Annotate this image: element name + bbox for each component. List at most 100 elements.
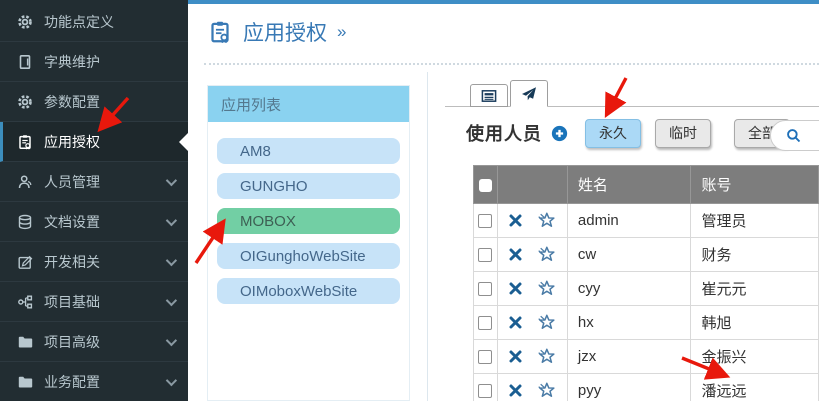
row-checkbox[interactable] xyxy=(478,248,492,262)
star-revoke-icon[interactable] xyxy=(537,381,556,400)
name-cell: pyy xyxy=(567,374,691,401)
name-cell: cyy xyxy=(567,272,691,306)
sitemap-icon xyxy=(17,294,33,310)
app-list-header: 应用列表 xyxy=(208,86,409,122)
clipboard-certificate-icon xyxy=(17,134,33,150)
sidebar-item-dictionary[interactable]: 字典维护 xyxy=(0,42,188,82)
sidebar-item-label: 开发相关 xyxy=(44,252,100,272)
app-item-gungho[interactable]: GUNGHO xyxy=(217,173,400,199)
sidebar-item-label: 功能点定义 xyxy=(44,12,114,32)
row-checkbox[interactable] xyxy=(478,282,492,296)
table-row: pyy 潘远远 xyxy=(474,374,819,401)
row-checkbox[interactable] xyxy=(478,214,492,228)
sidebar: 功能点定义 字典维护 参数配置 应用授权 人员管理 文档设置 开发相关 项目基础… xyxy=(0,0,188,401)
filter-permanent-button[interactable]: 永久 xyxy=(585,119,641,148)
table-row: admin 管理员 xyxy=(474,204,819,238)
table-row: hx 韩旭 xyxy=(474,306,819,340)
star-revoke-icon[interactable] xyxy=(537,211,556,230)
gear-icon xyxy=(17,94,33,110)
name-column-header: 姓名 xyxy=(567,166,691,204)
table-row: cw 财务 xyxy=(474,238,819,272)
list-lines-icon xyxy=(481,88,497,104)
sidebar-item-personnel[interactable]: 人员管理 xyxy=(0,162,188,202)
app-list-panel: 应用列表 AM8 GUNGHO MOBOX OIGunghoWebSite OI… xyxy=(207,85,410,401)
sidebar-item-document-settings[interactable]: 文档设置 xyxy=(0,202,188,242)
chevron-down-icon xyxy=(166,214,177,225)
database-icon xyxy=(17,214,33,230)
star-revoke-icon[interactable] xyxy=(537,313,556,332)
delete-x-icon[interactable] xyxy=(508,281,523,296)
app-list: AM8 GUNGHO MOBOX OIGunghoWebSite OIMobox… xyxy=(208,122,409,311)
name-cell: admin xyxy=(567,204,691,238)
delete-x-icon[interactable] xyxy=(508,383,523,398)
breadcrumb-chevron: » xyxy=(337,22,346,42)
sidebar-item-label: 人员管理 xyxy=(44,172,100,192)
name-cell: hx xyxy=(567,306,691,340)
select-all-cell xyxy=(474,166,498,204)
app-item-oigunghowebsite[interactable]: OIGunghoWebSite xyxy=(217,243,400,269)
search-input[interactable] xyxy=(770,120,819,151)
delete-x-icon[interactable] xyxy=(508,315,523,330)
select-all-checkbox[interactable] xyxy=(479,179,492,192)
app-item-mobox[interactable]: MOBOX xyxy=(217,208,400,234)
chevron-down-icon xyxy=(166,374,177,385)
chevron-down-icon xyxy=(166,254,177,265)
page-title: 应用授权 xyxy=(243,17,327,47)
clipboard-certificate-icon xyxy=(208,20,232,44)
users-toolbar: 使用人员 永久 临时 全部 xyxy=(466,114,819,152)
sidebar-item-project-basic[interactable]: 项目基础 xyxy=(0,282,188,322)
sidebar-item-label: 参数配置 xyxy=(44,92,100,112)
search-icon xyxy=(786,128,801,143)
name-cell: cw xyxy=(567,238,691,272)
sidebar-item-label: 应用授权 xyxy=(44,132,100,152)
active-item-caret xyxy=(179,133,188,151)
app-item-am8[interactable]: AM8 xyxy=(217,138,400,164)
sidebar-item-business-config[interactable]: 业务配置 xyxy=(0,362,188,401)
filter-temporary-button[interactable]: 临时 xyxy=(655,119,711,148)
header-divider xyxy=(204,63,819,65)
delete-x-icon[interactable] xyxy=(508,247,523,262)
page-header: 应用授权 » xyxy=(208,17,346,47)
delete-x-icon[interactable] xyxy=(508,213,523,228)
table-header-row: 姓名 账号 xyxy=(474,166,819,204)
panel-divider xyxy=(427,72,428,401)
dictionary-book-icon xyxy=(17,54,33,70)
account-cell: 管理员 xyxy=(691,204,819,238)
sidebar-item-label: 字典维护 xyxy=(44,52,100,72)
sidebar-item-app-authorization[interactable]: 应用授权 xyxy=(0,122,188,162)
account-column-header: 账号 xyxy=(691,166,819,204)
user-panel-tabs xyxy=(445,80,819,107)
account-cell: 金振兴 xyxy=(691,340,819,374)
top-accent-strip xyxy=(188,0,819,4)
sidebar-item-label: 项目基础 xyxy=(44,292,100,312)
pencil-square-icon xyxy=(17,254,33,270)
account-cell: 韩旭 xyxy=(691,306,819,340)
row-checkbox[interactable] xyxy=(478,350,492,364)
section-title: 使用人员 xyxy=(466,120,542,146)
row-checkbox[interactable] xyxy=(478,316,492,330)
tab-send-authorization[interactable] xyxy=(510,80,548,107)
users-table: 姓名 账号 admin 管理员 cw 财务 cyy 崔元元 hx 韩旭 xyxy=(473,165,819,401)
sidebar-item-development[interactable]: 开发相关 xyxy=(0,242,188,282)
app-item-oimoboxwebsite[interactable]: OIMoboxWebSite xyxy=(217,278,400,304)
paper-plane-icon xyxy=(521,86,537,102)
chevron-down-icon xyxy=(166,294,177,305)
name-cell: jzx xyxy=(567,340,691,374)
sidebar-item-label: 业务配置 xyxy=(44,372,100,392)
delete-x-icon[interactable] xyxy=(508,349,523,364)
star-revoke-icon[interactable] xyxy=(537,245,556,264)
chevron-down-icon xyxy=(166,174,177,185)
plus-circle-icon[interactable] xyxy=(551,125,568,142)
sidebar-item-project-advanced[interactable]: 项目高级 xyxy=(0,322,188,362)
sidebar-item-label: 文档设置 xyxy=(44,212,100,232)
account-cell: 财务 xyxy=(691,238,819,272)
person-icon xyxy=(17,174,33,190)
row-checkbox[interactable] xyxy=(478,384,492,398)
account-cell: 崔元元 xyxy=(691,272,819,306)
table-row: cyy 崔元元 xyxy=(474,272,819,306)
sidebar-item-parameters[interactable]: 参数配置 xyxy=(0,82,188,122)
tab-user-list[interactable] xyxy=(470,84,508,107)
star-revoke-icon[interactable] xyxy=(537,347,556,366)
star-revoke-icon[interactable] xyxy=(537,279,556,298)
sidebar-item-function-points[interactable]: 功能点定义 xyxy=(0,2,188,42)
